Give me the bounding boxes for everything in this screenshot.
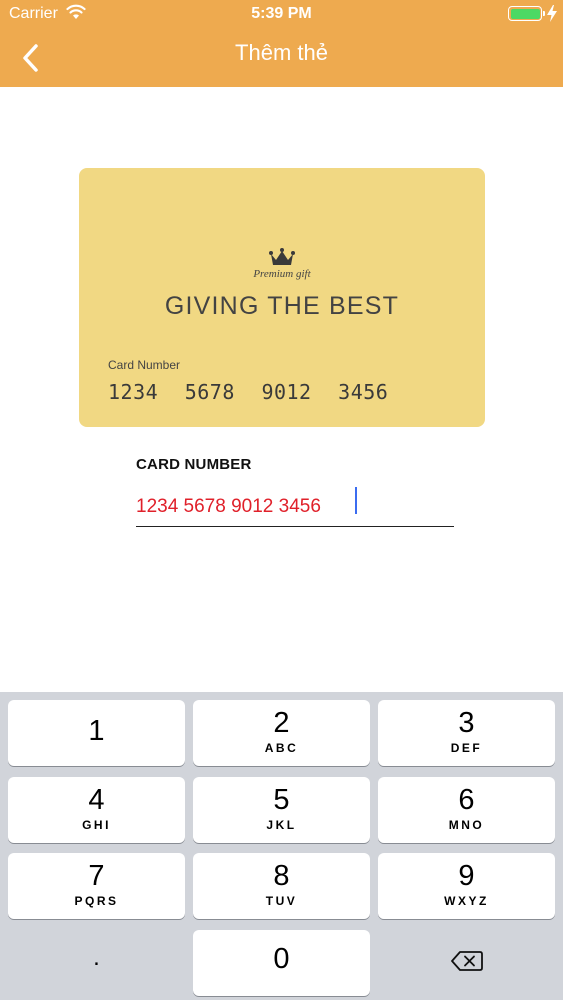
crown-icon — [269, 248, 295, 265]
numeric-keypad: 1 2 ABC 3 DEF 4 GHI 5 JKL 6 MNO 7 PQRS 8… — [0, 692, 563, 1000]
status-bar: Carrier 5:39 PM — [0, 0, 563, 30]
card-number-group: 1234 — [108, 380, 159, 404]
key-4[interactable]: 4 GHI — [8, 777, 185, 843]
key-digit: 8 — [273, 860, 290, 892]
key-digit: 1 — [88, 715, 105, 747]
key-letters: MNO — [448, 818, 485, 832]
key-letters: ABC — [264, 741, 299, 755]
card-number-group: 9012 — [261, 380, 312, 404]
key-dot[interactable]: . — [8, 928, 185, 994]
key-digit: 2 — [273, 707, 290, 739]
premium-gift-text: Premium gift — [253, 268, 311, 280]
key-digit: 0 — [273, 943, 290, 975]
backspace-icon — [450, 951, 483, 971]
key-9[interactable]: 9 WXYZ — [378, 853, 555, 919]
card-number-group: 5678 — [184, 380, 235, 404]
key-6[interactable]: 6 MNO — [378, 777, 555, 843]
delete-key[interactable] — [378, 928, 555, 994]
key-5[interactable]: 5 JKL — [193, 777, 370, 843]
key-letters: GHI — [82, 818, 111, 832]
card-number-display: 1234 5678 9012 3456 — [108, 380, 402, 404]
battery-icon — [508, 6, 545, 21]
card-number-group: 3456 — [338, 380, 389, 404]
key-0[interactable]: 0 — [193, 930, 370, 996]
key-letters: WXYZ — [444, 894, 489, 908]
key-letters: JKL — [266, 818, 297, 832]
key-8[interactable]: 8 TUV — [193, 853, 370, 919]
page-title: Thêm thẻ — [235, 40, 328, 65]
key-letters: PQRS — [74, 894, 119, 908]
key-7[interactable]: 7 PQRS — [8, 853, 185, 919]
key-digit: 6 — [458, 784, 475, 816]
key-digit: 9 — [458, 860, 475, 892]
charging-icon — [547, 5, 557, 22]
key-3[interactable]: 3 DEF — [378, 700, 555, 766]
key-digit: 5 — [273, 784, 290, 816]
text-caret — [355, 487, 357, 514]
gift-card-preview: Premium gift GIVING THE BEST Card Number… — [79, 168, 485, 427]
key-digit: 3 — [458, 707, 475, 739]
card-number-label: Card Number — [108, 358, 181, 372]
key-2[interactable]: 2 ABC — [193, 700, 370, 766]
card-number-field-label: CARD NUMBER — [136, 456, 252, 473]
card-title: GIVING THE BEST — [164, 292, 400, 320]
key-digit: 4 — [88, 784, 105, 816]
key-digit: 7 — [88, 860, 105, 892]
key-1[interactable]: 1 — [8, 700, 185, 766]
key-letters: DEF — [450, 741, 483, 755]
key-letters: TUV — [265, 894, 298, 908]
status-time: 5:39 PM — [251, 5, 312, 22]
card-number-input[interactable] — [136, 487, 454, 527]
